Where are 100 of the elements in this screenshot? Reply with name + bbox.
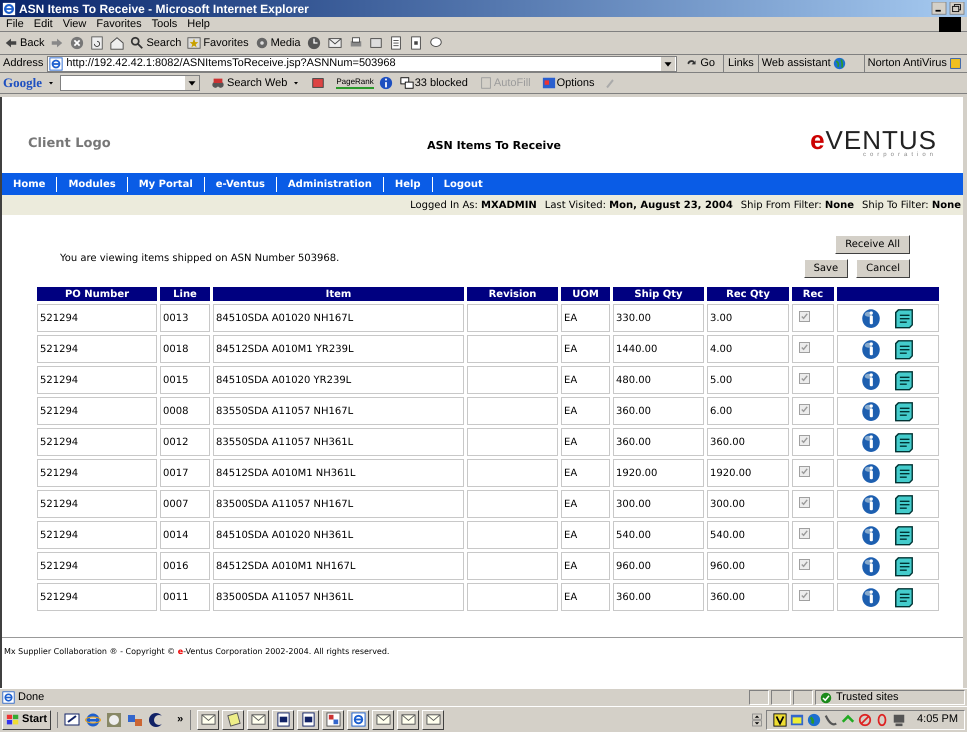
table-cell: EA [561, 521, 610, 549]
table-cell: EA [561, 583, 610, 611]
notepad-icon[interactable] [893, 493, 915, 515]
table-cell: EA [561, 335, 610, 363]
menu-item[interactable]: Tools [152, 16, 178, 32]
history-icon[interactable] [306, 36, 321, 50]
back-arrow-icon [4, 36, 18, 50]
mail-task-button[interactable] [197, 710, 220, 730]
ie-icon[interactable] [85, 712, 102, 728]
window-icon[interactable] [790, 712, 804, 726]
table-cell: 540.00 [613, 521, 704, 549]
notepad-icon[interactable] [893, 524, 915, 546]
search-field[interactable] [60, 75, 200, 91]
info-icon[interactable] [861, 307, 881, 329]
info-icon[interactable] [861, 493, 881, 515]
favorites-button[interactable]: Favorites [187, 34, 249, 52]
notepad-icon[interactable] [893, 307, 915, 329]
norton-button[interactable]: Norton AntiVirus [864, 55, 962, 72]
search-button[interactable]: Search [130, 34, 182, 52]
info-icon[interactable] [861, 400, 881, 422]
mail-task-button[interactable] [397, 710, 420, 730]
shield-icon [948, 57, 962, 70]
clock-icon[interactable] [106, 712, 122, 728]
home-icon[interactable] [110, 36, 124, 50]
nav-link[interactable]: My Portal [126, 176, 204, 192]
notepad-icon[interactable] [893, 369, 915, 391]
info-icon[interactable] [861, 586, 881, 608]
media-button[interactable]: Media [254, 34, 301, 52]
table-cell: 300.00 [613, 490, 704, 518]
phone-icon[interactable] [824, 712, 838, 726]
messenger-icon[interactable] [428, 36, 443, 50]
cancel-button[interactable]: Cancel [856, 259, 910, 278]
notepad-icon[interactable] [893, 586, 915, 608]
nav-link[interactable]: e-Ventus [204, 176, 276, 192]
nav-link[interactable]: Help [382, 176, 432, 192]
minimize-icon[interactable] [931, 2, 947, 16]
crescent-icon[interactable] [148, 712, 164, 728]
maximize-icon[interactable] [949, 2, 965, 16]
info-icon[interactable] [378, 76, 393, 90]
page-icon [49, 56, 64, 70]
norton-icon[interactable] [773, 712, 788, 726]
options-icon [542, 76, 556, 90]
info-text: Last Visited: Mon, August 23, 2004 [544, 198, 733, 212]
mail-task-button[interactable] [247, 710, 270, 730]
mail-icon[interactable] [326, 36, 343, 50]
loop-icon[interactable] [875, 712, 890, 726]
info-icon[interactable] [861, 431, 881, 453]
notepad-icon[interactable] [893, 431, 915, 453]
document-task-button[interactable] [272, 710, 294, 730]
pagerank-meter[interactable]: PageRank [336, 77, 374, 89]
copyright-text: Mx Supplier Collaboration ® - Copyright © e-Ventus Corporation 2002-2004. All rights reserved. [4, 647, 390, 656]
menu-item[interactable]: View [62, 16, 86, 32]
menu-item[interactable]: Help [187, 16, 210, 32]
notepad-icon[interactable] [893, 338, 915, 360]
links-button[interactable]: Links [723, 55, 754, 72]
nav-link[interactable]: Logout [432, 176, 494, 192]
nav-link[interactable]: Administration [276, 176, 383, 192]
info-icon[interactable] [861, 524, 881, 546]
document-icon[interactable] [408, 36, 423, 50]
nav-link[interactable]: Modules [56, 176, 127, 192]
browser-task-button[interactable] [347, 710, 370, 730]
page-icon [2, 691, 15, 704]
nav-link[interactable]: Home [2, 176, 56, 192]
notepad-icon[interactable] [893, 400, 915, 422]
web-assistant-button[interactable]: Web assistant [758, 55, 846, 72]
globe-icon[interactable] [807, 712, 822, 726]
note-task-button[interactable] [222, 710, 244, 730]
notepad-icon[interactable] [893, 462, 915, 484]
table-cell: 83550SDA A11057 NH361L [213, 428, 464, 456]
info-icon[interactable] [861, 369, 881, 391]
blocked-icon[interactable] [858, 712, 872, 726]
start-button[interactable]: Start [2, 710, 52, 730]
info-icon[interactable] [861, 462, 881, 484]
info-icon[interactable] [861, 555, 881, 577]
save-button[interactable]: Save [804, 259, 848, 278]
notepad-icon[interactable] [893, 555, 915, 577]
options-button[interactable]: Options [542, 74, 595, 92]
menu-item[interactable]: Favorites [96, 16, 142, 32]
stop-icon[interactable] [70, 36, 84, 50]
more-button[interactable]: » [177, 711, 184, 728]
table-cell: EA [561, 304, 610, 332]
mail-task-button[interactable] [372, 710, 394, 730]
popup-blocker-button[interactable]: 33 blocked [400, 74, 468, 92]
go-button[interactable]: Go [685, 55, 716, 72]
menu-item[interactable]: File [6, 16, 24, 32]
desktop-icon[interactable] [64, 712, 80, 728]
mail-task-button[interactable] [422, 710, 444, 730]
address-field[interactable]: http://192.42.42.1:8082/ASNItemsToReceive.jsp?ASNNum=503968 [47, 56, 678, 72]
receive-all-button[interactable]: Receive All [835, 235, 910, 254]
computer-icon[interactable] [892, 712, 906, 726]
refresh-icon[interactable] [90, 36, 104, 50]
info-icon[interactable] [861, 338, 881, 360]
document-task-button[interactable] [297, 710, 320, 730]
search-web-button[interactable]: Search Web [211, 74, 288, 92]
table-cell: 83500SDA A11057 NH361L [213, 583, 464, 611]
scroll-arrows-icon[interactable] [751, 710, 764, 728]
window-task-button[interactable] [322, 710, 344, 730]
menu-item[interactable]: Edit [34, 16, 53, 32]
back-button[interactable]: Back [4, 34, 44, 52]
google-logo[interactable]: Google [3, 73, 42, 93]
